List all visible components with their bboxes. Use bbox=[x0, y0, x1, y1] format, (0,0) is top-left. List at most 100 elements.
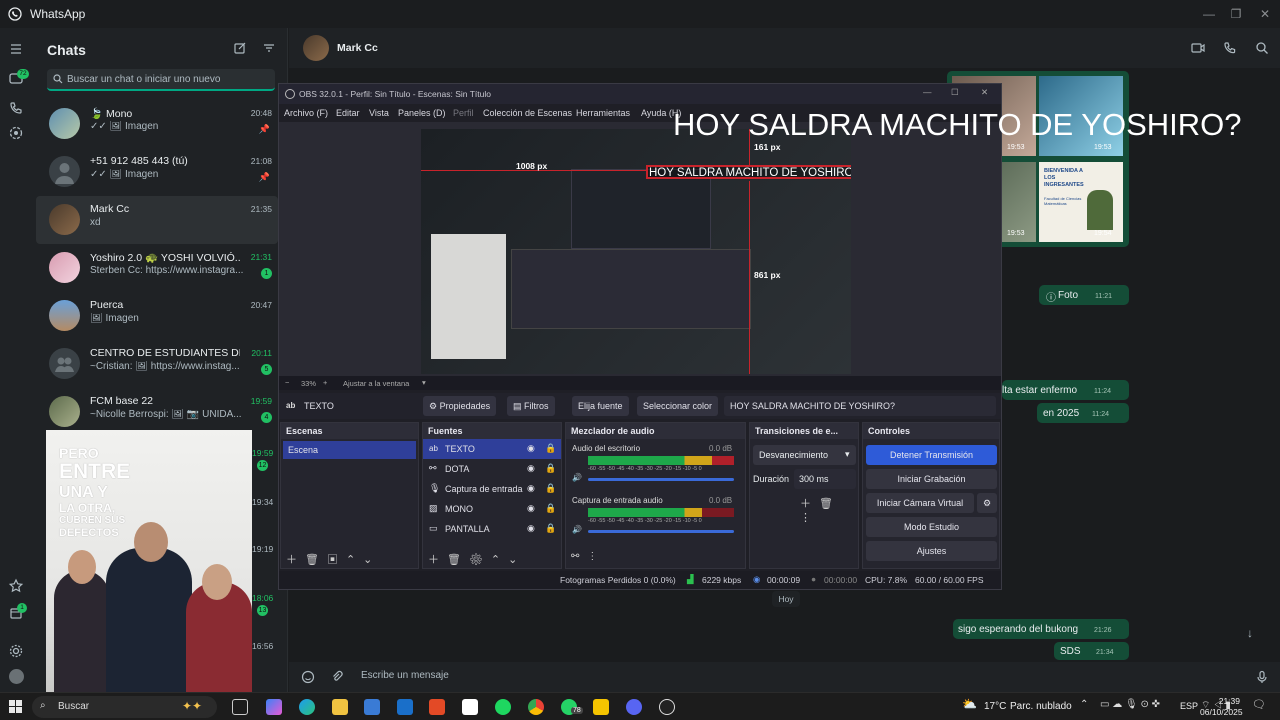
menu-item-herramientas[interactable]: Herramientas bbox=[576, 108, 630, 118]
message-bubble[interactable]: en 2025 11:24 bbox=[1037, 403, 1129, 423]
chat-item-yoshiro[interactable]: Yoshiro 2.0 🐢 YOSHI VOLVIÓ... Sterben Cc… bbox=[36, 244, 278, 292]
menu-item-perfil[interactable]: Perfil bbox=[453, 108, 474, 118]
menu-item-archivo[interactable]: Archivo (F) bbox=[284, 108, 328, 118]
edge-icon[interactable] bbox=[299, 699, 315, 715]
virtual-camera-settings-icon[interactable]: ⚙ bbox=[977, 493, 997, 513]
start-recording-button[interactable]: Iniciar Grabación bbox=[866, 469, 997, 489]
status-icon[interactable] bbox=[8, 125, 24, 141]
notepad-icon[interactable] bbox=[462, 699, 478, 715]
outlook-icon[interactable] bbox=[397, 699, 413, 715]
calls-icon[interactable] bbox=[8, 100, 24, 116]
fit-to-window-label[interactable]: Ajustar a la ventana bbox=[343, 379, 409, 388]
filters-button[interactable]: ▤ Filtros bbox=[507, 396, 555, 416]
obs-preview[interactable]: HOY SALDRA MACHITO DE YOSHIRO? 161 px 10… bbox=[279, 122, 1001, 376]
maximize-button[interactable]: ☐ bbox=[951, 87, 959, 98]
text-value-input[interactable]: HOY SALDRA MACHITO DE YOSHIRO? bbox=[724, 396, 996, 416]
maximize-button[interactable]: ❐ bbox=[1226, 4, 1246, 24]
windows-start-icon[interactable] bbox=[9, 700, 22, 713]
store-icon[interactable] bbox=[364, 699, 380, 715]
transition-select[interactable]: Desvanecimiento ▾ bbox=[753, 445, 856, 465]
message-bubble[interactable]: ⓘ Foto 11:21 bbox=[1039, 285, 1129, 305]
chat-item-puerca[interactable]: Puerca 🖼 Imagen 20:47 bbox=[36, 292, 278, 340]
clock-date[interactable]: 06/10/2025 bbox=[1200, 707, 1243, 717]
voice-call-icon[interactable] bbox=[1223, 41, 1237, 55]
contact-avatar[interactable] bbox=[303, 35, 329, 61]
lock-icon[interactable]: 🔒 bbox=[545, 463, 556, 474]
scene-actions[interactable]: ＋🗑▣⌃⌄ bbox=[286, 551, 380, 567]
transition-actions[interactable]: ＋🗑⋮ bbox=[800, 495, 858, 524]
message-bubble[interactable]: lta estar enfermo 11:24 bbox=[1002, 380, 1129, 400]
eye-icon[interactable]: ◉ bbox=[527, 503, 535, 514]
notifications-icon[interactable]: 🗨 bbox=[1252, 698, 1266, 711]
mixer-actions[interactable]: ⚯⋮ bbox=[571, 551, 605, 562]
emoji-icon[interactable] bbox=[301, 670, 315, 684]
source-item-captura[interactable]: 🎙 Captura de entrada ◉ 🔒 bbox=[423, 479, 561, 499]
weather-temp[interactable]: 17°C bbox=[984, 701, 1006, 712]
properties-button[interactable]: ⚙ Propiedades bbox=[423, 396, 497, 416]
menu-icon[interactable] bbox=[8, 41, 24, 57]
tray-app-icons[interactable]: ▭ ☁ 🎙 ⊙ ✜ bbox=[1100, 699, 1160, 710]
scroll-down-icon[interactable]: ↓ bbox=[1247, 626, 1253, 640]
clock-time[interactable]: 21:39 bbox=[1212, 696, 1240, 706]
source-item-pantalla[interactable]: ▭ PANTALLA ◉ 🔒 bbox=[423, 519, 561, 539]
chat-item-mono[interactable]: 🍃 Mono ✓✓ 🖼 Imagen 20:48 📌 bbox=[36, 100, 278, 148]
settings-icon[interactable] bbox=[8, 643, 24, 659]
chat-item-centro-estudiantes[interactable]: CENTRO DE ESTUDIANTES DE... ~Cristian: 🖼… bbox=[36, 340, 278, 388]
lock-icon[interactable]: 🔒 bbox=[545, 483, 556, 494]
sticky-app-icon[interactable] bbox=[593, 699, 609, 715]
source-item-mono[interactable]: ▨ MONO ◉ 🔒 bbox=[423, 499, 561, 519]
search-icon[interactable] bbox=[1255, 41, 1269, 55]
taskbar-search[interactable]: ⌕ Buscar ✦✦ bbox=[32, 696, 217, 718]
message-bubble[interactable]: sigo esperando del bukong 21:26 bbox=[953, 619, 1129, 639]
chat-item-self[interactable]: +51 912 485 443 (tú) ✓✓ 🖼 Imagen 21:08 📌 bbox=[36, 148, 278, 196]
chrome-icon[interactable] bbox=[528, 699, 544, 715]
chat-item-mark-cc[interactable]: Mark Cc xd 21:35 bbox=[36, 196, 278, 244]
lock-icon[interactable]: 🔒 bbox=[545, 503, 556, 514]
source-item-texto[interactable]: ab TEXTO ◉ 🔒 bbox=[423, 439, 561, 459]
speaker-icon[interactable]: 🔊 bbox=[572, 525, 582, 534]
composer-input[interactable]: Escribe un mensaje bbox=[361, 670, 449, 681]
source-actions[interactable]: ＋🗑⚙⌃⌄ bbox=[428, 551, 525, 567]
studio-mode-button[interactable]: Modo Estudio bbox=[866, 517, 997, 537]
zoom-out-button[interactable]: − bbox=[285, 378, 289, 387]
profile-avatar[interactable] bbox=[9, 669, 24, 684]
search-input[interactable]: Buscar un chat o iniciar uno nuevo bbox=[47, 69, 275, 91]
volume-slider[interactable] bbox=[588, 478, 734, 481]
select-color-button[interactable]: Seleccionar color bbox=[637, 396, 719, 416]
eye-icon[interactable]: ◉ bbox=[527, 443, 535, 454]
copilot-icon[interactable] bbox=[266, 699, 282, 715]
source-item-dota[interactable]: ⚯ DOTA ◉ 🔒 bbox=[423, 459, 561, 479]
volume-slider[interactable] bbox=[588, 530, 734, 533]
duration-input[interactable]: 300 ms bbox=[794, 469, 856, 489]
weather-desc[interactable]: Parc. nublado bbox=[1010, 701, 1072, 712]
spotify-icon[interactable] bbox=[495, 699, 511, 715]
discord-icon[interactable] bbox=[626, 699, 642, 715]
attach-icon[interactable] bbox=[330, 670, 344, 684]
file-explorer-icon[interactable] bbox=[332, 699, 348, 715]
message-bubble[interactable]: SDS 21:34 bbox=[1054, 642, 1129, 660]
lock-icon[interactable]: 🔒 bbox=[545, 443, 556, 454]
language-indicator[interactable]: ESP bbox=[1180, 701, 1198, 711]
starred-icon[interactable] bbox=[8, 578, 24, 594]
new-chat-icon[interactable] bbox=[233, 41, 247, 55]
contact-name[interactable]: Mark Cc bbox=[337, 42, 378, 54]
eye-icon[interactable]: ◉ bbox=[527, 483, 535, 494]
menu-item-paneles[interactable]: Paneles (D) bbox=[398, 108, 446, 118]
task-view-icon[interactable] bbox=[232, 699, 248, 715]
settings-button[interactable]: Ajustes bbox=[866, 541, 997, 561]
minimize-button[interactable]: — bbox=[923, 87, 932, 97]
eye-icon[interactable]: ◉ bbox=[527, 523, 535, 534]
stop-streaming-button[interactable]: Detener Transmisión bbox=[866, 445, 997, 465]
tray-chevron-icon[interactable]: ⌃ bbox=[1080, 699, 1088, 710]
lock-icon[interactable]: 🔒 bbox=[545, 523, 556, 534]
video-overlay[interactable]: PERO ENTRE UNA Y LA OTRA, CUBREN SUS DEF… bbox=[46, 430, 252, 694]
video-call-icon[interactable] bbox=[1191, 41, 1205, 55]
microphone-icon[interactable] bbox=[1255, 670, 1269, 684]
brave-icon[interactable] bbox=[429, 699, 445, 715]
menu-item-coleccion[interactable]: Colección de Escenas bbox=[483, 108, 572, 118]
speaker-icon[interactable]: 🔊 bbox=[572, 473, 582, 482]
filter-icon[interactable] bbox=[262, 41, 276, 55]
zoom-in-button[interactable]: + bbox=[323, 378, 327, 387]
weather-icon[interactable]: ⛅ bbox=[962, 697, 977, 711]
close-button[interactable]: ✕ bbox=[1255, 4, 1275, 24]
